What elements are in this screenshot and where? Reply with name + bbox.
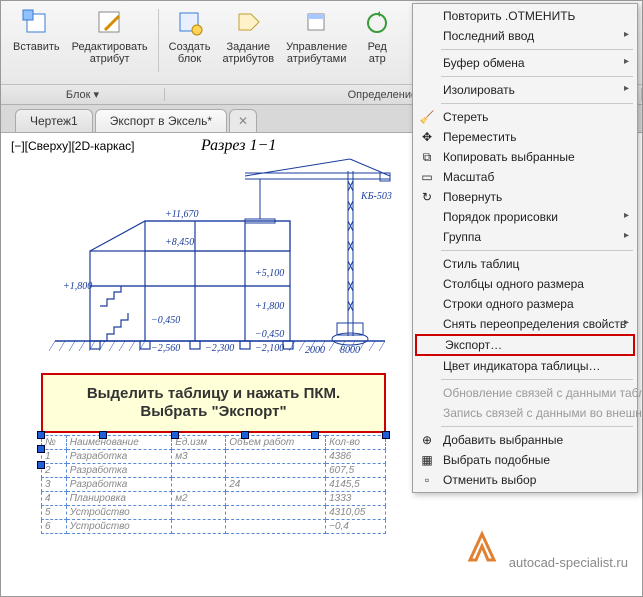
deselect-icon: ▫ (419, 472, 435, 488)
edit-attribute-label: Редактировать атрибут (72, 41, 148, 65)
watermark-text: autocad-specialist.ru (509, 555, 628, 570)
edit-attribute-icon (94, 7, 126, 39)
mi-add-selected[interactable]: ⊕Добавить выбранные (413, 430, 637, 450)
svg-text:−2,100: −2,100 (255, 343, 284, 354)
mi-recent-input[interactable]: Последний ввод (413, 26, 637, 46)
mi-write-links: Запись связей с данными во внешн (413, 403, 637, 423)
mi-move[interactable]: ✥Переместить (413, 127, 637, 147)
set-attributes-label: Задание атрибутов (222, 41, 274, 65)
tab-new[interactable]: ✕ (229, 109, 257, 132)
svg-text:2000: 2000 (305, 345, 325, 356)
mi-draw-order[interactable]: Порядок прорисовки (413, 207, 637, 227)
svg-text:КБ-503: КБ-503 (360, 191, 392, 202)
mi-repeat[interactable]: Повторить .ОТМЕНИТЬ (413, 6, 637, 26)
copy-icon: ⧉ (419, 149, 435, 165)
mi-table-style[interactable]: Стиль таблиц (413, 254, 637, 274)
svg-text:+1,800: +1,800 (63, 281, 92, 292)
tag-icon (232, 7, 264, 39)
mi-equal-cols[interactable]: Столбцы одного размера (413, 274, 637, 294)
sync-icon (361, 7, 393, 39)
add-selected-icon: ⊕ (419, 432, 435, 448)
svg-text:+11,670: +11,670 (165, 209, 199, 220)
mi-erase[interactable]: 🧹Стереть (413, 107, 637, 127)
mi-isolate[interactable]: Изолировать (413, 80, 637, 100)
svg-text:−2,560: −2,560 (151, 343, 180, 354)
edit-trunc-label: Ред атр (368, 41, 387, 65)
callout-line1: Выделить таблицу и нажать ПКМ. (51, 385, 376, 403)
manage-attributes-icon (301, 7, 333, 39)
erase-icon: 🧹 (419, 109, 435, 125)
callout-line2: Выбрать "Экспорт" (51, 403, 376, 421)
svg-text:−0,450: −0,450 (255, 329, 284, 340)
mi-rotate[interactable]: ↻Повернуть (413, 187, 637, 207)
create-block-button[interactable]: Создать блок (163, 5, 217, 84)
context-menu: Повторить .ОТМЕНИТЬ Последний ввод Буфер… (412, 3, 638, 493)
instruction-callout: Выделить таблицу и нажать ПКМ. Выбрать "… (41, 373, 386, 433)
mi-clipboard[interactable]: Буфер обмена (413, 53, 637, 73)
insert-label: Вставить (13, 41, 60, 53)
insert-button[interactable]: Вставить (7, 5, 66, 84)
mi-group[interactable]: Группа (413, 227, 637, 247)
create-block-label: Создать блок (169, 41, 211, 65)
panel-block[interactable]: Блок ▾ (1, 88, 165, 101)
tab-drawing1[interactable]: Чертеж1 (15, 109, 93, 132)
mi-remove-overrides[interactable]: Снять переопределения свойств (413, 314, 637, 334)
mi-export[interactable]: Экспорт… (415, 334, 635, 356)
create-block-icon (174, 7, 206, 39)
svg-text:+8,450: +8,450 (165, 237, 194, 248)
insert-icon (20, 7, 52, 39)
mi-deselect[interactable]: ▫Отменить выбор (413, 470, 637, 490)
set-attributes-button[interactable]: Задание атрибутов (216, 5, 280, 84)
move-icon: ✥ (419, 129, 435, 145)
svg-text:+5,100: +5,100 (255, 268, 284, 279)
select-similar-icon: ▦ (419, 452, 435, 468)
mi-update-links: Обновление связей с данными табл (413, 383, 637, 403)
rotate-icon: ↻ (419, 189, 435, 205)
manage-attributes-button[interactable]: Управление атрибутами (280, 5, 353, 84)
svg-text:−2,300: −2,300 (205, 343, 234, 354)
svg-text:−0,450: −0,450 (151, 315, 180, 326)
mi-copy-selected[interactable]: ⧉Копировать выбранные (413, 147, 637, 167)
mi-select-similar[interactable]: ▦Выбрать подобные (413, 450, 637, 470)
separator (158, 9, 159, 72)
mi-equal-rows[interactable]: Строки одного размера (413, 294, 637, 314)
mi-indicator-color[interactable]: Цвет индикатора таблицы… (413, 356, 637, 376)
manage-attributes-label: Управление атрибутами (286, 41, 347, 65)
selected-table[interactable]: №НаименованиеЕд.измОбъем работКол-во 1Ра… (41, 435, 386, 534)
edit-attribute-button[interactable]: Редактировать атрибут (66, 5, 154, 84)
edit-trunc-button[interactable]: Ред атр (353, 5, 401, 84)
site-logo (462, 528, 502, 568)
tab-export-excel[interactable]: Экспорт в Эксель* (95, 109, 227, 132)
svg-text:8000: 8000 (340, 345, 360, 356)
section-drawing: +11,670 +8,450 +1,800 −0,450 −2,560 −2,3… (45, 151, 405, 361)
svg-text:+1,800: +1,800 (255, 301, 284, 312)
mi-scale[interactable]: ▭Масштаб (413, 167, 637, 187)
scale-icon: ▭ (419, 169, 435, 185)
